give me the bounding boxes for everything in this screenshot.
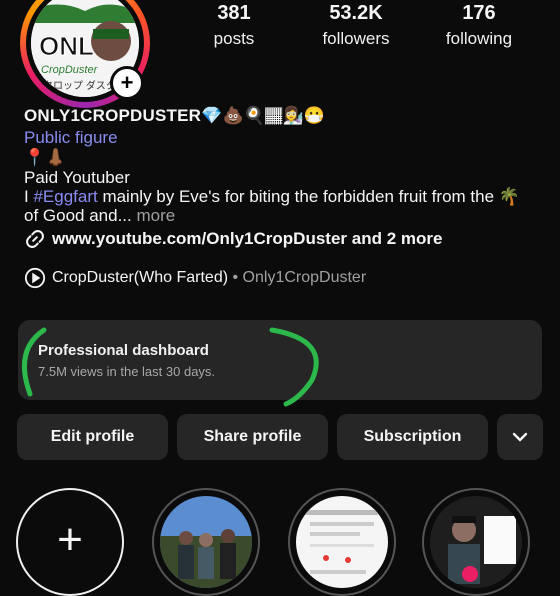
followers-count: 53.2K [329, 2, 383, 24]
following-stat[interactable]: 176 following [419, 2, 539, 49]
highlight-2-image [296, 496, 388, 588]
subscription-button[interactable]: Subscription [337, 414, 488, 460]
professional-dashboard[interactable]: Professional dashboard 7.5M views in the… [18, 320, 542, 400]
dashboard-title: Professional dashboard [38, 342, 209, 359]
chevron-down-icon [512, 432, 528, 442]
new-highlight-button[interactable]: + [16, 488, 124, 596]
profile-link-text: www.youtube.com/Only1CropDuster and 2 mo… [52, 229, 443, 248]
posts-label: posts [213, 29, 255, 48]
play-circle-icon [24, 267, 46, 289]
bio-hashtag-link[interactable]: #Eggfart [33, 187, 97, 206]
bio-line-2-suffix: mainly by Eve's for biting the forbidden… [97, 187, 520, 206]
profile-links[interactable]: www.youtube.com/Only1CropDuster and 2 mo… [24, 228, 442, 250]
username-emojis: 💎💩🍳🏾👩‍🔬😷 [201, 106, 326, 125]
bio-pin-line: 📍👃🏾 [24, 148, 67, 167]
bio-line-3: of Good and... more [24, 206, 175, 226]
highlight-3[interactable] [422, 488, 530, 596]
plus-icon: + [57, 515, 83, 564]
channel-row[interactable]: CropDuster(Who Farted) • Only1CropDuster [24, 267, 366, 289]
posts-count: 381 [217, 2, 251, 24]
channel-sub: • Only1CropDuster [228, 269, 367, 286]
avatar-logo-sub: CropDuster [41, 64, 99, 76]
followers-label: followers [322, 29, 390, 48]
following-label: following [445, 29, 513, 48]
following-count: 176 [462, 2, 496, 24]
link-icon [26, 230, 44, 248]
followers-stat[interactable]: 53.2K followers [296, 2, 416, 49]
highlight-3-image [430, 496, 522, 588]
dashboard-subtitle: 7.5M views in the last 30 days. [38, 364, 216, 379]
bio-line-3-text: of Good and... [24, 206, 132, 225]
add-story-button[interactable]: + [110, 66, 144, 100]
posts-stat[interactable]: 381 posts [174, 2, 294, 49]
highlight-1-image [160, 496, 252, 588]
username-text: ONLY1CROPDUSTER [24, 106, 202, 125]
bio-line-1: Paid Youtuber [24, 168, 130, 187]
edit-profile-button[interactable]: Edit profile [17, 414, 168, 460]
plus-icon: + [120, 70, 134, 95]
bio-line-2: I #Eggfart mainly by Eve's for biting th… [24, 187, 520, 207]
profile-name: ONLY1CROPDUSTER💎💩🍳🏾👩‍🔬😷 [24, 106, 325, 126]
profile-category: Public figure [24, 128, 118, 147]
highlight-2[interactable] [288, 488, 396, 596]
bio-more-link[interactable]: more [132, 206, 175, 225]
suggested-people-button[interactable] [497, 414, 543, 460]
highlight-1[interactable] [152, 488, 260, 596]
share-profile-button[interactable]: Share profile [177, 414, 328, 460]
channel-name: CropDuster(Who Farted) [52, 269, 229, 286]
